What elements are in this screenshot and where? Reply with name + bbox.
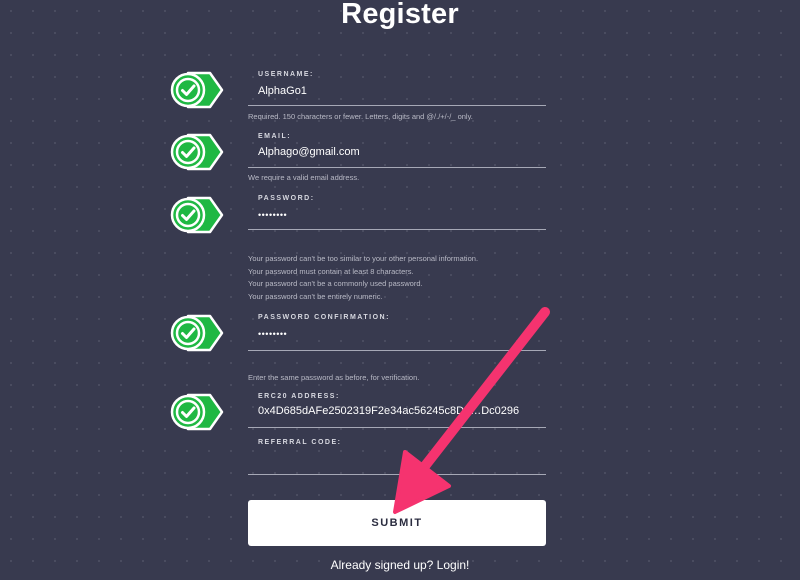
page-title: Register <box>341 0 459 30</box>
email-field[interactable]: EMAIL: Alphago@gmail.com <box>248 128 546 168</box>
password-confirmation-check-icon <box>170 314 224 352</box>
username-input[interactable]: AlphaGo1 <box>258 85 307 97</box>
password-check-icon <box>170 196 224 234</box>
password-input[interactable]: •••••••• <box>258 210 287 220</box>
password-confirmation-help: Enter the same password as before, for v… <box>248 372 568 385</box>
submit-button[interactable]: SUBMIT <box>248 500 546 546</box>
referral-code-field[interactable]: REFERRAL CODE: <box>248 434 546 475</box>
email-label: EMAIL: <box>258 133 292 140</box>
email-help: We require a valid email address. <box>248 172 568 185</box>
login-link[interactable]: Already signed up? Login! <box>0 558 800 572</box>
password-confirmation-help-text: Enter the same password as before, for v… <box>248 373 420 382</box>
password-confirmation-field[interactable]: PASSWORD CONFIRMATION: •••••••• <box>248 308 546 351</box>
erc20-address-field[interactable]: ERC20 ADDRESS: 0x4D685dAFe2502319F2e34ac… <box>248 388 546 428</box>
erc20-address-label: ERC20 ADDRESS: <box>258 393 340 400</box>
username-help: Required. 150 characters or fewer. Lette… <box>248 111 568 124</box>
password-confirmation-label: PASSWORD CONFIRMATION: <box>258 314 390 321</box>
password-label: PASSWORD: <box>258 195 315 202</box>
password-help-line: Your password must contain at least 8 ch… <box>248 266 414 276</box>
email-input[interactable]: Alphago@gmail.com <box>258 146 360 158</box>
erc20-address-input[interactable]: 0x4D685dAFe2502319F2e34ac56245c8D8…Dc029… <box>258 405 519 417</box>
username-check-icon <box>170 71 224 109</box>
username-field[interactable]: USERNAME: AlphaGo1 <box>248 66 546 106</box>
email-help-text: We require a valid email address. <box>248 173 360 182</box>
password-field[interactable]: PASSWORD: •••••••• <box>248 189 546 230</box>
password-help-line: Your password can't be too similar to yo… <box>248 254 479 263</box>
referral-code-label: REFERRAL CODE: <box>258 439 342 446</box>
password-confirmation-input[interactable]: •••••••• <box>258 329 287 339</box>
password-help-line: Your password can't be entirely numeric. <box>248 291 383 301</box>
username-label: USERNAME: <box>258 71 314 78</box>
password-help-line: Your password can't be a commonly used p… <box>248 279 423 288</box>
username-help-text: Required. 150 characters or fewer. Lette… <box>248 112 473 121</box>
password-help: Your password can't be too similar to yo… <box>248 253 568 303</box>
email-check-icon <box>170 133 224 171</box>
erc20-check-icon <box>170 393 224 431</box>
